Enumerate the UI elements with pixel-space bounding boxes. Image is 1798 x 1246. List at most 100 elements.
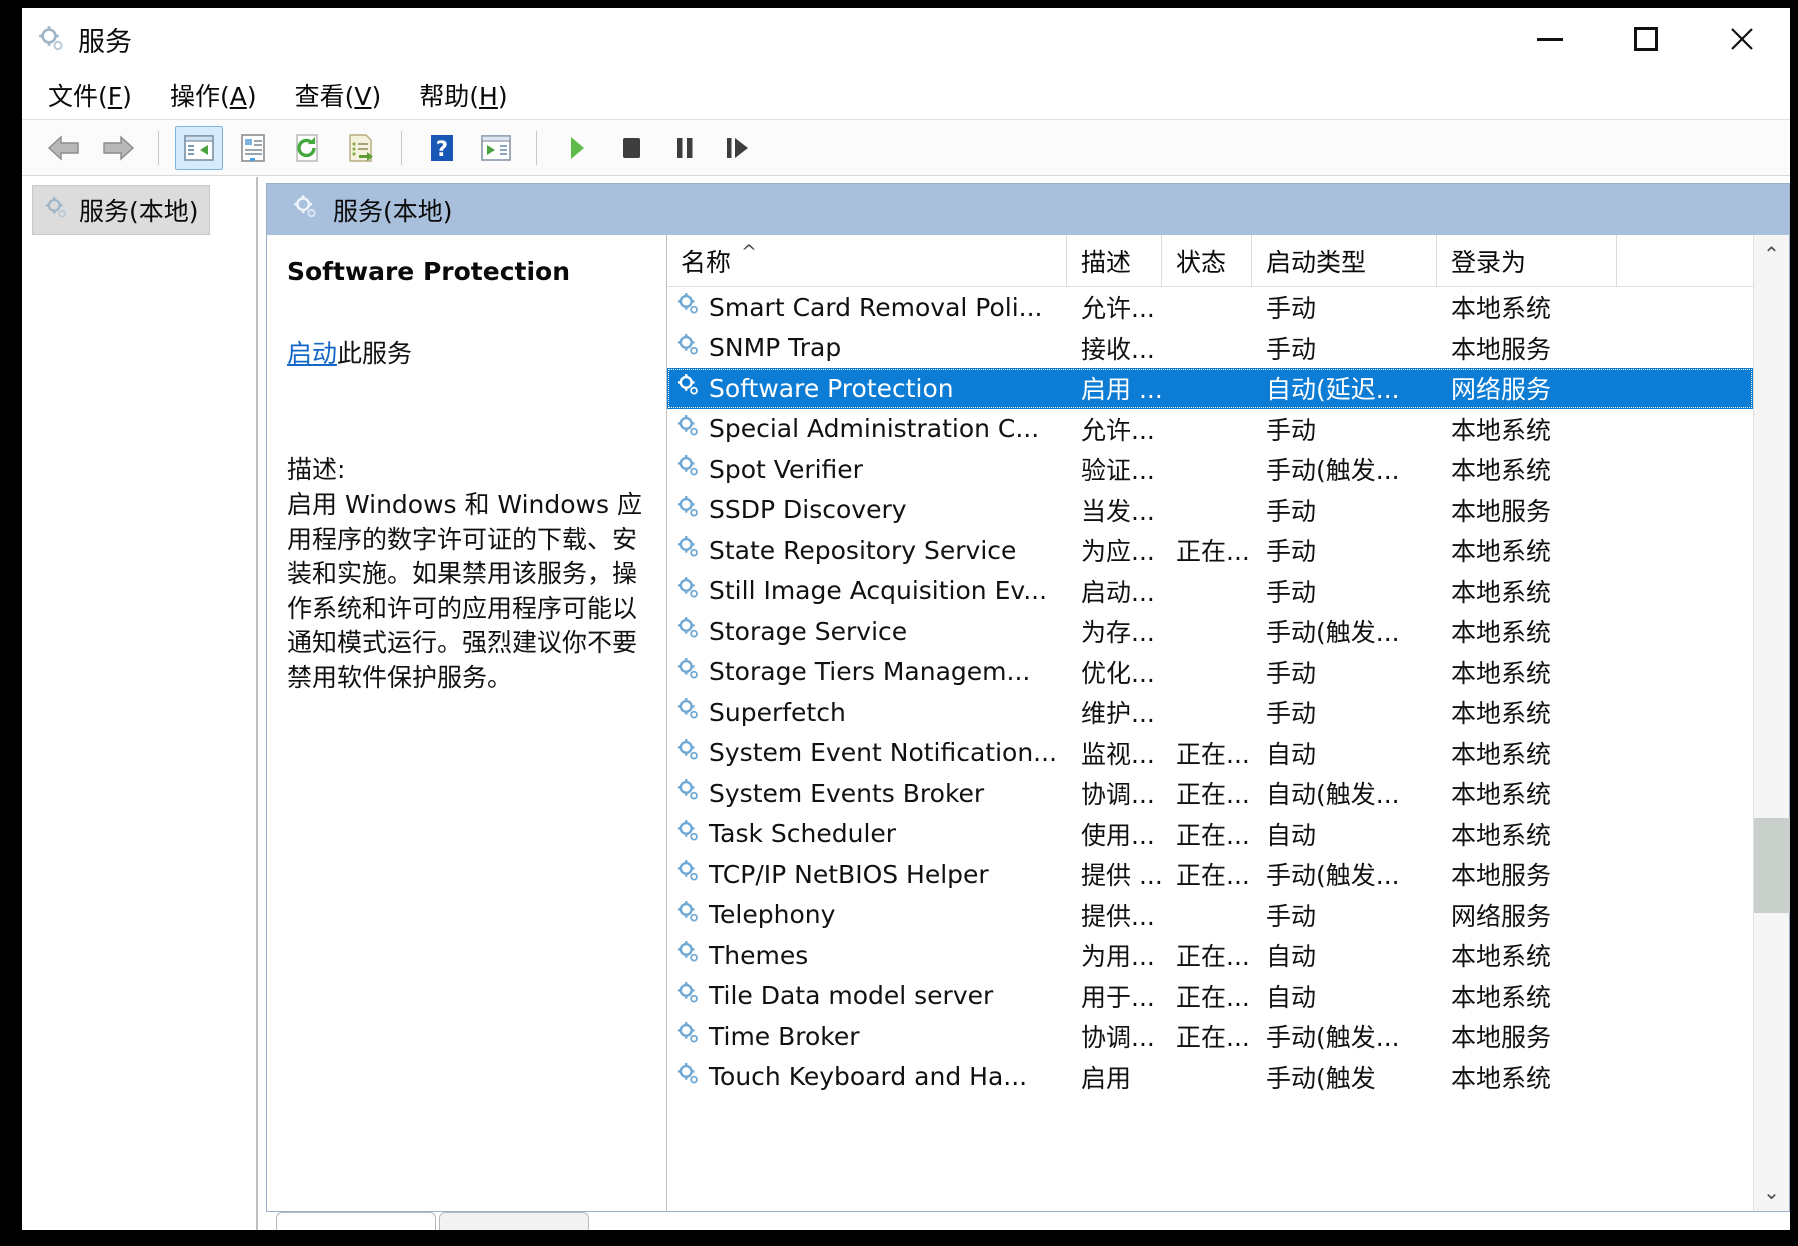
service-gear-icon [675, 980, 701, 1012]
service-gear-icon [675, 777, 701, 809]
cell-service-name: Software Protection [667, 372, 1067, 404]
menu-view[interactable]: 查看(V) [295, 77, 382, 113]
separator-1 [158, 130, 159, 165]
scrollbar-thumb[interactable] [1753, 818, 1790, 913]
vertical-scrollbar[interactable]: ⌃ ⌄ [1753, 235, 1790, 1211]
column-header-startup-type[interactable]: 启动类型 [1252, 235, 1437, 286]
scroll-down-icon[interactable]: ⌄ [1754, 1173, 1790, 1211]
table-row[interactable]: Smart Card Removal Poli... 允许... 手动 本地系统 [667, 287, 1753, 328]
table-row[interactable]: TCP/IP NetBIOS Helper 提供 ... 正在... 手动(触发...… [667, 854, 1753, 895]
export-list-icon[interactable] [337, 126, 385, 170]
service-gear-icon [675, 1020, 701, 1052]
table-row[interactable]: Touch Keyboard and Ha... 启用 手动(触发 本地系统 [667, 1057, 1753, 1098]
cell-startup-type: 手动(触发... [1266, 456, 1400, 486]
stop-service-icon[interactable] [607, 126, 655, 170]
cell-description: 优化... [1081, 658, 1155, 688]
service-name-label: SSDP Discovery [709, 495, 907, 525]
start-service-icon[interactable] [553, 126, 601, 170]
cell-log-on-as: 本地服务 [1451, 334, 1552, 364]
show-hide-tree-icon[interactable] [175, 125, 223, 170]
cell-description: 为应... [1081, 537, 1155, 567]
table-row[interactable]: Task Scheduler 使用... 正在... 自动 本地系统 [667, 814, 1753, 855]
start-service-link[interactable]: 启动 [287, 339, 337, 368]
detail-description-label: 描述: [287, 455, 346, 484]
cell-startup-type: 手动 [1266, 334, 1317, 364]
back-arrow-icon[interactable] [40, 126, 88, 170]
service-name-label: Superfetch [709, 697, 846, 727]
cell-description: 启动... [1081, 577, 1155, 607]
cell-service-name: Smart Card Removal Poli... [667, 291, 1067, 323]
window-body: 服务(本地) 服务(本地) Software Protection 启动此服务 … [22, 176, 1790, 1230]
menu-file[interactable]: 文件(F) [48, 77, 132, 113]
table-row[interactable]: State Repository Service 为应... 正在... 手动 本地系统 [667, 530, 1753, 571]
cell-service-name: System Event Notification... [667, 737, 1067, 769]
cell-service-name: Task Scheduler [667, 818, 1067, 850]
table-row[interactable]: Time Broker 协调... 正在... 手动(触发... 本地服务 [667, 1016, 1753, 1057]
cell-log-on-as: 本地系统 [1451, 456, 1552, 486]
service-name-label: Storage Service [709, 616, 908, 646]
scrollbar-track[interactable] [1753, 273, 1790, 1173]
tree-node-services-local[interactable]: 服务(本地) [32, 185, 210, 235]
console-header-label: 服务(本地) [333, 196, 453, 226]
column-header-status[interactable]: 状态 [1162, 235, 1252, 286]
table-row[interactable]: Themes 为用... 正在... 自动 本地系统 [667, 935, 1753, 976]
cell-description: 提供 ... [1081, 861, 1162, 891]
table-row[interactable]: Special Administration C... 允许... 手动 本地系统 [667, 409, 1753, 450]
menu-bar: 文件(F) 操作(A) 查看(V) 帮助(H) [22, 70, 1790, 120]
menu-action[interactable]: 操作(A) [170, 77, 257, 113]
show-action-pane-icon[interactable] [472, 126, 520, 170]
table-row[interactable]: SNMP Trap 接收... 手动 本地服务 [667, 328, 1753, 369]
cell-service-name: Telephony [667, 899, 1067, 931]
console-panes: Software Protection 启动此服务 描述: 启用 Windows… [266, 235, 1790, 1212]
table-row[interactable]: Tile Data model server 用于... 正在... 自动 本地系统 [667, 976, 1753, 1017]
cell-startup-type: 自动 [1266, 739, 1317, 769]
table-row[interactable]: System Events Broker 协调... 正在... 自动(触发... 本地… [667, 773, 1753, 814]
cell-startup-type: 自动 [1266, 982, 1317, 1012]
refresh-icon[interactable] [283, 126, 331, 170]
cell-service-name: State Repository Service [667, 534, 1067, 566]
table-row[interactable]: Spot Verifier 验证... 手动(触发... 本地系统 [667, 449, 1753, 490]
column-header-log-on-as[interactable]: 登录为 [1437, 235, 1617, 286]
close-button[interactable] [1694, 8, 1790, 70]
properties-icon[interactable] [229, 126, 277, 170]
service-gear-icon [675, 818, 701, 850]
services-gear-icon [291, 193, 319, 226]
console-right-area: 服务(本地) Software Protection 启动此服务 描述: 启用 … [258, 177, 1790, 1230]
pause-service-icon[interactable] [661, 126, 709, 170]
cell-log-on-as: 本地服务 [1451, 1023, 1552, 1053]
tab-standard[interactable] [439, 1212, 589, 1230]
detail-service-name: Software Protection [287, 257, 571, 286]
cell-description: 协调... [1081, 780, 1155, 810]
maximize-button[interactable] [1598, 8, 1694, 70]
table-row[interactable]: Still Image Acquisition Ev... 启动... 手动 本地系统 [667, 571, 1753, 612]
help-icon[interactable]: ? [418, 126, 466, 170]
table-row[interactable]: Storage Service 为存... 手动(触发... 本地系统 [667, 611, 1753, 652]
table-row[interactable]: System Event Notification... 监视... 正在... 自动… [667, 733, 1753, 774]
service-gear-icon [675, 899, 701, 931]
forward-arrow-icon[interactable] [94, 126, 142, 170]
cell-description: 当发... [1081, 496, 1155, 526]
cell-log-on-as: 本地系统 [1451, 942, 1552, 972]
column-header-name[interactable]: 名称 ^ [667, 235, 1067, 286]
svg-text:?: ? [436, 137, 448, 161]
menu-help[interactable]: 帮助(H) [419, 77, 507, 113]
cell-status: 正在... [1176, 942, 1250, 972]
console-header-band: 服务(本地) [266, 183, 1790, 235]
restart-service-icon[interactable] [715, 126, 763, 170]
service-name-label: Smart Card Removal Poli... [709, 292, 1043, 322]
tab-extended[interactable] [276, 1212, 436, 1230]
table-row[interactable]: SSDP Discovery 当发... 手动 本地服务 [667, 490, 1753, 531]
table-row[interactable]: Storage Tiers Managem... 优化... 手动 本地系统 [667, 652, 1753, 693]
cell-status: 正在... [1176, 861, 1250, 891]
table-row[interactable]: Superfetch 维护... 手动 本地系统 [667, 692, 1753, 733]
service-gear-icon [675, 332, 701, 364]
console-tree-pane: 服务(本地) [22, 177, 258, 1230]
table-row-selected[interactable]: Software Protection 启用 ... 自动(延迟... 网络服务 [667, 368, 1753, 409]
service-name-label: System Events Broker [709, 778, 985, 808]
minimize-button[interactable] [1502, 8, 1598, 70]
cell-status: 正在... [1176, 537, 1250, 567]
cell-startup-type: 手动(触发 [1266, 1063, 1376, 1093]
table-row[interactable]: Telephony 提供... 手动 网络服务 [667, 895, 1753, 936]
scroll-up-icon[interactable]: ⌃ [1754, 235, 1790, 273]
column-header-description[interactable]: 描述 [1067, 235, 1162, 286]
